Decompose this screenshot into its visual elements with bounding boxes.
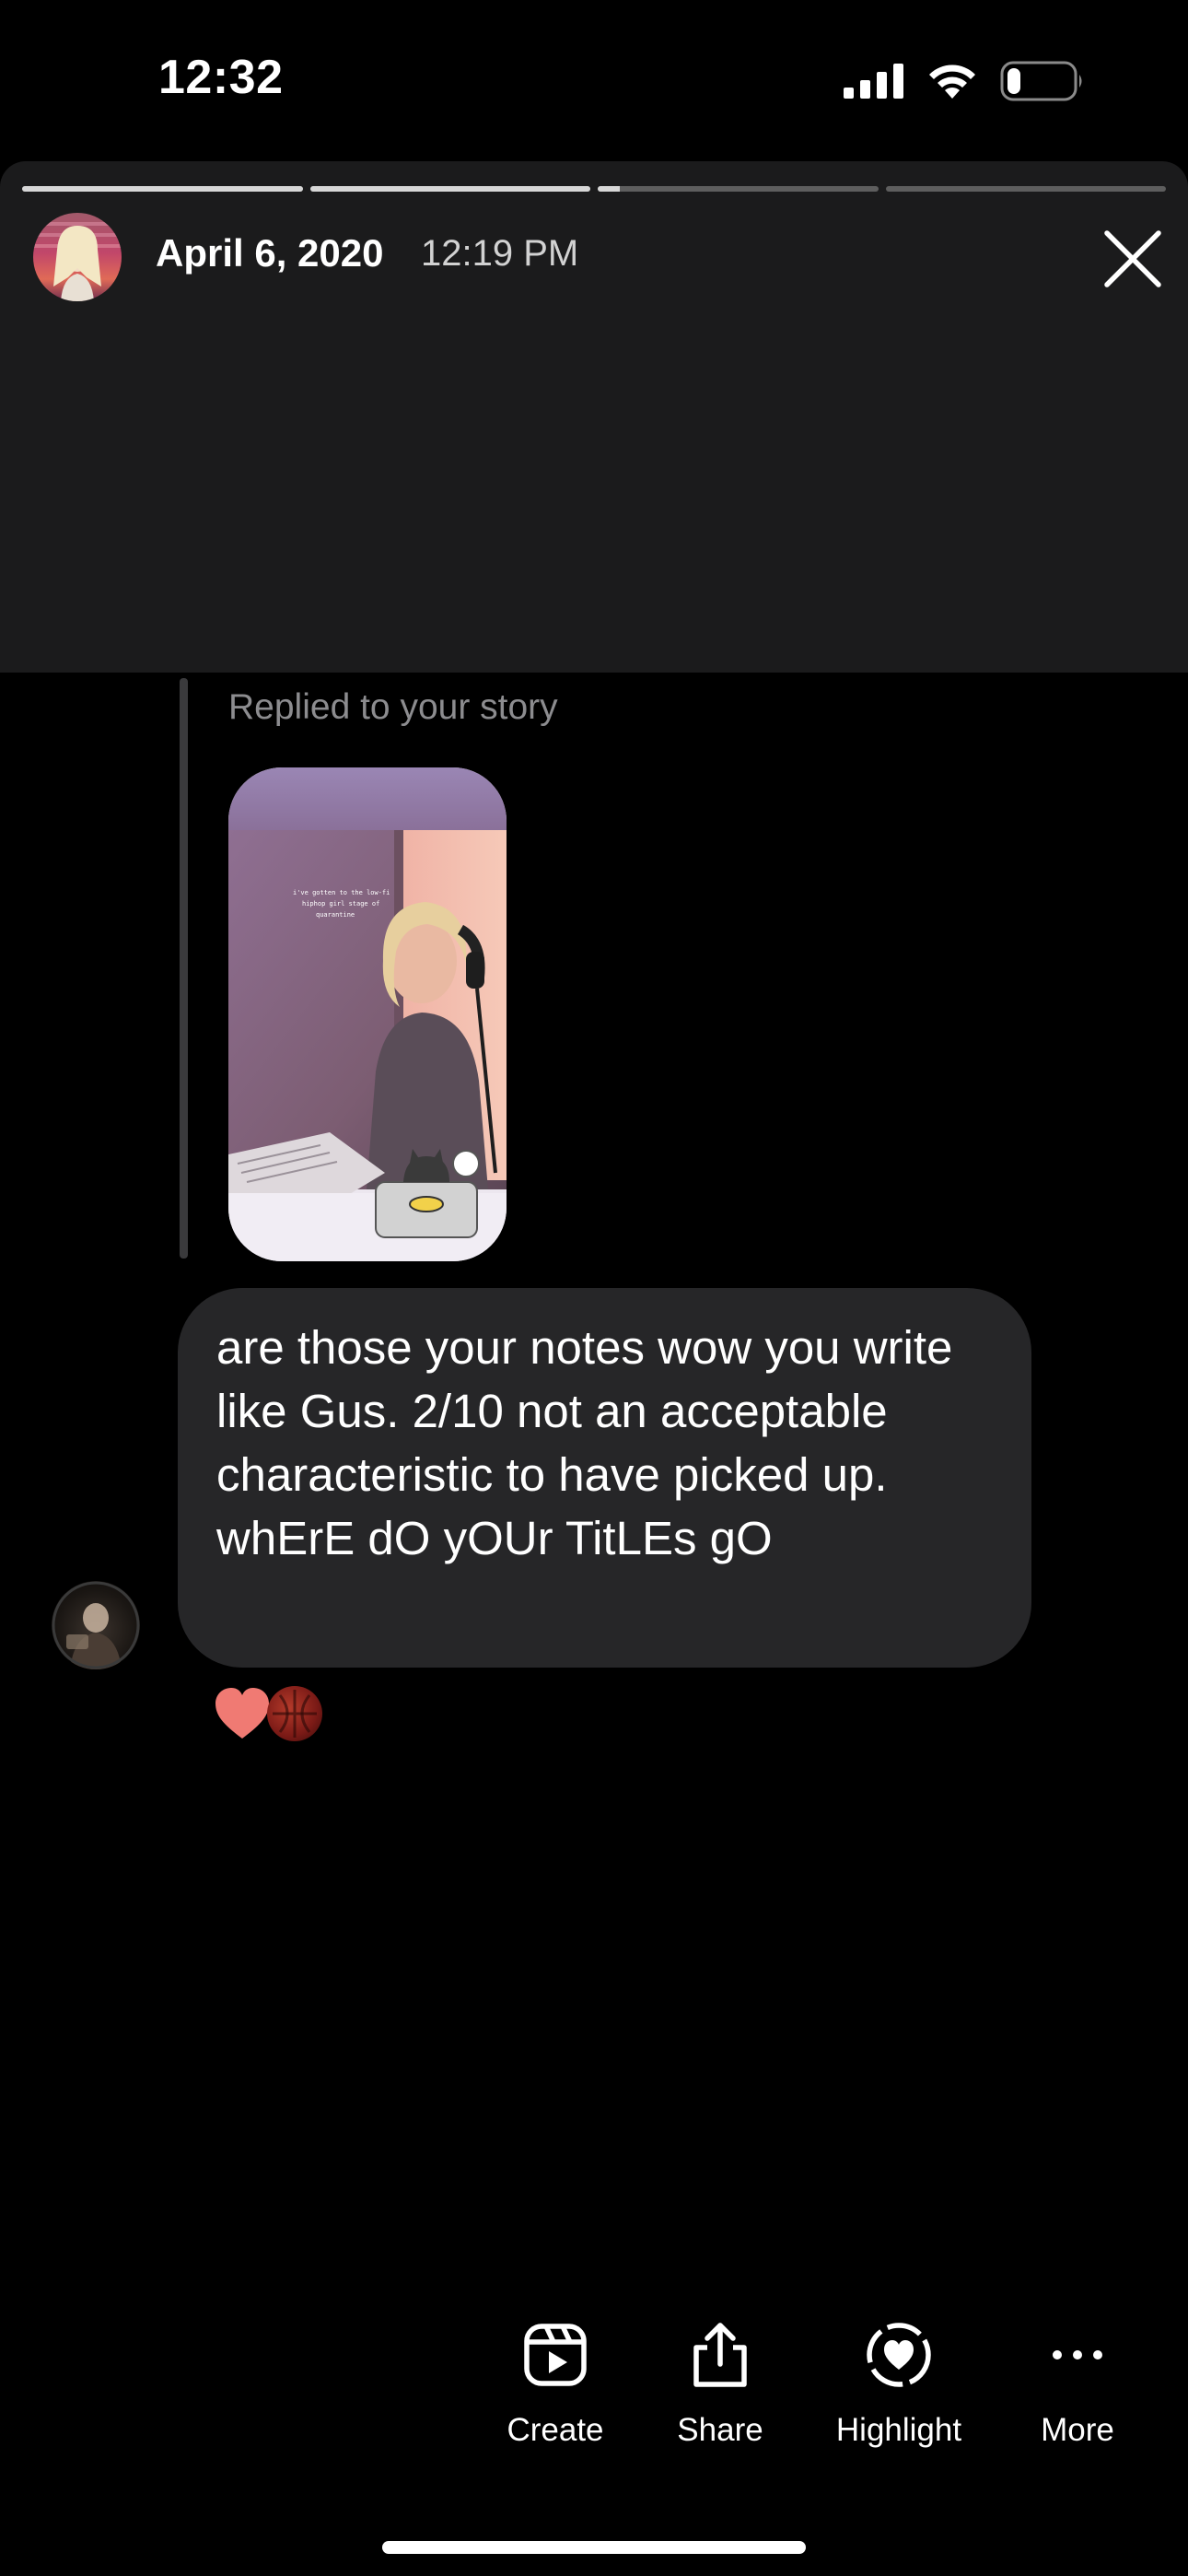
- battery-icon: [1000, 61, 1082, 101]
- progress-segment: [22, 186, 303, 192]
- highlight-label: Highlight: [835, 2412, 962, 2448]
- more-label: More: [1041, 2412, 1114, 2448]
- home-indicator[interactable]: [382, 2541, 806, 2554]
- message-reactions[interactable]: [214, 1681, 322, 1746]
- conversation: Replied to your story i've gotten to the…: [0, 673, 1188, 1767]
- more-icon: [1053, 2350, 1102, 2359]
- avatar-photo: [273, 1690, 317, 1738]
- share-icon: [693, 2323, 747, 2387]
- reply-indicator-bar: [180, 678, 188, 1259]
- replied-story-thumbnail[interactable]: i've gotten to the low-fi hiphop girl st…: [228, 767, 507, 1261]
- story-photo: i've gotten to the low-fi hiphop girl st…: [228, 767, 507, 1261]
- share-button[interactable]: Share: [642, 2322, 798, 2449]
- svg-text:hiphop girl stage of: hiphop girl stage of: [302, 900, 379, 907]
- story-time: 12:19 PM: [421, 233, 579, 274]
- reactor-avatar: [267, 1686, 322, 1741]
- close-button[interactable]: [1098, 224, 1168, 294]
- story-viewer[interactable]: April 6, 2020 12:19 PM: [0, 161, 1188, 673]
- cellular-signal-icon: [844, 64, 903, 99]
- share-label: Share: [677, 2412, 763, 2448]
- create-label: Create: [507, 2412, 604, 2448]
- highlight-heart-icon: [867, 2323, 931, 2387]
- svg-text:quarantine: quarantine: [316, 911, 355, 919]
- highlight-button[interactable]: Highlight: [821, 2322, 977, 2449]
- close-icon: [1104, 230, 1161, 287]
- more-button[interactable]: More: [999, 2322, 1156, 2449]
- story-toolbar: Create Share Highlight More: [0, 2322, 1188, 2469]
- status-icons: [844, 59, 1085, 103]
- svg-text:i've gotten to the low-fi: i've gotten to the low-fi: [293, 889, 390, 896]
- status-bar: 12:32: [0, 0, 1188, 161]
- progress-segment: [309, 186, 590, 192]
- heart-icon: [215, 1688, 269, 1739]
- story-date: April 6, 2020: [156, 231, 384, 275]
- sender-avatar[interactable]: [52, 1581, 140, 1669]
- progress-segment: [598, 186, 879, 192]
- create-button[interactable]: Create: [477, 2322, 634, 2449]
- replied-label: Replied to your story: [228, 687, 558, 727]
- status-time: 12:32: [158, 51, 284, 104]
- story-author-avatar[interactable]: [33, 213, 122, 301]
- avatar-photo: [52, 1581, 140, 1669]
- message-bubble[interactable]: are those your notes wow you write like …: [178, 1288, 1031, 1668]
- wifi-icon: [929, 64, 975, 99]
- avatar-photo: [33, 222, 122, 301]
- message-text: are those your notes wow you write like …: [216, 1321, 953, 1564]
- progress-segment: [885, 186, 1166, 192]
- story-progress-bar: [22, 186, 1166, 192]
- reels-create-icon: [524, 2324, 587, 2386]
